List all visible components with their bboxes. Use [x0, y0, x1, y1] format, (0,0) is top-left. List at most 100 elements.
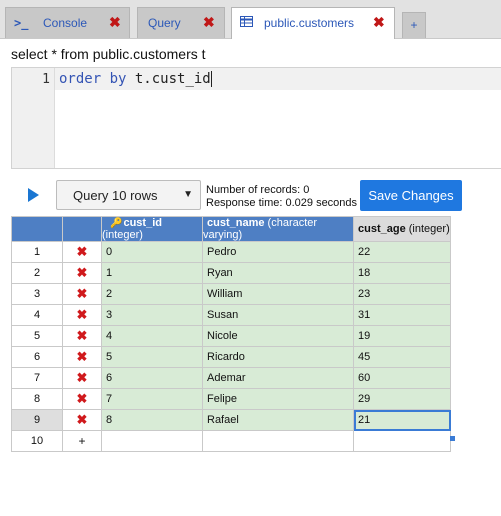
delete-row-icon[interactable]: ✖	[62, 304, 102, 326]
delete-row-icon[interactable]: ✖	[62, 283, 102, 305]
code-text: t.cust_id	[126, 71, 211, 87]
row-number[interactable]: 3	[11, 283, 63, 305]
cell-cust-age[interactable]: 19	[353, 325, 451, 347]
delete-row-icon[interactable]: ✖	[62, 346, 102, 368]
fill-handle[interactable]	[450, 436, 455, 441]
column-header-cust-name[interactable]: cust_name (character varying)	[202, 216, 354, 242]
row-number[interactable]: 8	[11, 388, 63, 410]
cell-cust-name[interactable]: Ademar	[202, 367, 354, 389]
row-number[interactable]: 6	[11, 346, 63, 368]
key-icon: 🔑	[110, 218, 123, 229]
cell-cust-age[interactable]: 60	[353, 367, 451, 389]
save-changes-button[interactable]: Save Changes	[360, 180, 462, 211]
delete-row-icon[interactable]: ✖	[62, 241, 102, 263]
tab-query[interactable]: Query ✖	[137, 7, 225, 38]
close-icon[interactable]: ✖	[109, 14, 121, 31]
records-count: Number of records: 0	[206, 184, 310, 196]
cell-cust-id[interactable]: 7	[101, 388, 203, 410]
table-row: 5 ✖ 4 Nicole 19	[11, 325, 451, 347]
cell-cust-id[interactable]: 3	[101, 304, 203, 326]
table-row: 3 ✖ 2 William 23	[11, 283, 451, 305]
cell-cust-name[interactable]: Rafael	[202, 409, 354, 431]
column-name: cust_name	[207, 217, 265, 229]
cell-cust-name[interactable]: Ryan	[202, 262, 354, 284]
chevron-down-icon: ▼	[183, 189, 193, 200]
row-number[interactable]: 1	[11, 241, 63, 263]
grid-header-row: 🔑cust_id (integer) cust_name (character …	[11, 216, 451, 242]
table-row: 6 ✖ 5 Ricardo 45	[11, 346, 451, 368]
tab-label: Query	[148, 16, 181, 30]
cell-cust-id[interactable]: 2	[101, 283, 203, 305]
table-row: 4 ✖ 3 Susan 31	[11, 304, 451, 326]
delete-row-icon[interactable]: ✖	[62, 262, 102, 284]
delete-row-icon[interactable]: ✖	[62, 388, 102, 410]
column-name: cust_age	[358, 223, 406, 235]
keyword-by: by	[109, 71, 127, 87]
tab-public-customers[interactable]: public.customers ✖	[231, 7, 395, 39]
cell-cust-id[interactable]: 8	[101, 409, 203, 431]
sql-header: select * from public.customers t	[11, 46, 206, 62]
delete-row-icon[interactable]: ✖	[62, 409, 102, 431]
tab-label: public.customers	[264, 16, 355, 30]
row-number[interactable]: 7	[11, 367, 63, 389]
cell-cust-age[interactable]	[353, 430, 451, 452]
cell-cust-id[interactable]: 5	[101, 346, 203, 368]
cell-cust-id[interactable]: 4	[101, 325, 203, 347]
code-line[interactable]: order by t.cust_id	[55, 68, 501, 90]
corner-header	[11, 216, 63, 242]
column-type: (integer)	[102, 229, 143, 241]
new-row: 10 +	[11, 430, 451, 452]
cell-cust-age[interactable]: 22	[353, 241, 451, 263]
query-editor[interactable]: 1 order by t.cust_id	[11, 67, 501, 169]
line-number: 1	[42, 72, 50, 87]
query-mode-select[interactable]: Query 10 rows ▼	[56, 180, 201, 210]
cell-cust-age[interactable]: 45	[353, 346, 451, 368]
cell-cust-name[interactable]: Nicole	[202, 325, 354, 347]
cell-cust-name[interactable]: William	[202, 283, 354, 305]
row-number[interactable]: 10	[11, 430, 63, 452]
tab-label: Console	[43, 16, 88, 30]
cell-cust-age[interactable]: 18	[353, 262, 451, 284]
cell-cust-name[interactable]: Susan	[202, 304, 354, 326]
cell-cust-age[interactable]: 29	[353, 388, 451, 410]
row-number[interactable]: 2	[11, 262, 63, 284]
add-tab-button[interactable]: +	[402, 12, 426, 38]
cell-cust-id[interactable]: 0	[101, 241, 203, 263]
table-row: 7 ✖ 6 Ademar 60	[11, 367, 451, 389]
terminal-icon: >_	[14, 16, 29, 30]
tab-bar: >_ Console ✖ Query ✖ public.customers ✖ …	[0, 0, 501, 39]
column-type: (integer)	[408, 223, 450, 235]
table-row: 9 ✖ 8 Rafael 21	[11, 409, 451, 431]
cell-cust-id[interactable]: 1	[101, 262, 203, 284]
tab-console[interactable]: >_ Console ✖	[5, 7, 130, 38]
results-grid: 🔑cust_id (integer) cust_name (character …	[11, 216, 451, 452]
cell-cust-id[interactable]	[101, 430, 203, 452]
column-header-cust-id[interactable]: 🔑cust_id (integer)	[101, 216, 203, 242]
text-cursor	[210, 71, 212, 87]
cell-cust-age[interactable]: 23	[353, 283, 451, 305]
table-icon	[240, 16, 253, 30]
query-mode-value: Query 10 rows	[73, 188, 158, 203]
delete-row-icon[interactable]: ✖	[62, 367, 102, 389]
row-number[interactable]: 4	[11, 304, 63, 326]
cell-cust-name[interactable]: Felipe	[202, 388, 354, 410]
table-row: 8 ✖ 7 Felipe 29	[11, 388, 451, 410]
response-time: Response time: 0.029 seconds	[206, 197, 358, 209]
cell-cust-age[interactable]: 21	[353, 409, 451, 431]
cell-cust-age[interactable]: 31	[353, 304, 451, 326]
row-number[interactable]: 9	[11, 409, 63, 431]
table-row: 1 ✖ 0 Pedro 22	[11, 241, 451, 263]
cell-cust-id[interactable]: 6	[101, 367, 203, 389]
delete-row-icon[interactable]: ✖	[62, 325, 102, 347]
cell-cust-name[interactable]	[202, 430, 354, 452]
line-gutter: 1	[12, 68, 55, 168]
add-row-button[interactable]: +	[62, 430, 102, 452]
row-number[interactable]: 5	[11, 325, 63, 347]
column-header-cust-age[interactable]: cust_age (integer)	[353, 216, 451, 242]
run-icon[interactable]	[28, 188, 39, 202]
close-icon[interactable]: ✖	[373, 14, 385, 31]
close-icon[interactable]: ✖	[203, 14, 215, 31]
cell-cust-name[interactable]: Ricardo	[202, 346, 354, 368]
cell-cust-name[interactable]: Pedro	[202, 241, 354, 263]
keyword-order: order	[59, 71, 102, 87]
